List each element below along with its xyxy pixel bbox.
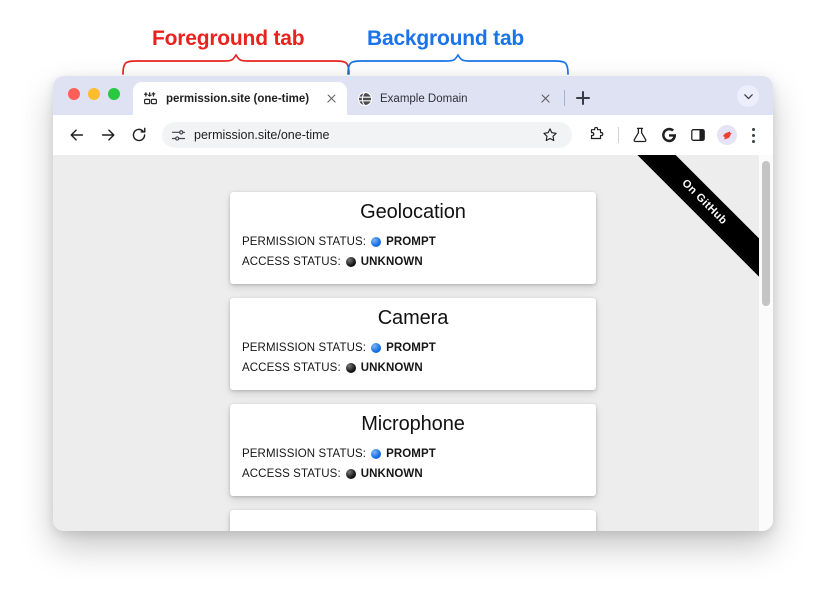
window-controls — [68, 88, 120, 100]
google-button[interactable] — [656, 122, 682, 148]
permission-cards-list: Geolocation PERMISSION STATUS: PROMPT AC… — [53, 155, 773, 531]
minimize-window-button[interactable] — [88, 88, 100, 100]
permission-status-value: PROMPT — [386, 342, 436, 354]
access-status-row: ACCESS STATUS: UNKNOWN — [242, 464, 584, 484]
tab-permission-site[interactable]: permission.site (one-time) — [133, 82, 347, 115]
page-scrollbar-thumb[interactable] — [762, 161, 770, 306]
tab-strip: permission.site (one-time) Example Domai… — [53, 76, 773, 115]
tune-icon[interactable] — [171, 128, 186, 143]
tabs-container: permission.site (one-time) Example Domai… — [133, 82, 594, 115]
bird-avatar-icon — [722, 130, 732, 140]
toolbar-divider — [618, 127, 619, 143]
permission-card-camera[interactable]: Camera PERMISSION STATUS: PROMPT ACCESS … — [230, 298, 596, 390]
menu-dot — [751, 133, 755, 137]
permission-card-geolocation[interactable]: Geolocation PERMISSION STATUS: PROMPT AC… — [230, 192, 596, 284]
arrow-right-icon — [101, 129, 115, 141]
globe-icon — [357, 91, 373, 106]
menu-dot — [751, 139, 755, 143]
reload-button[interactable] — [125, 121, 153, 149]
extensions-button[interactable] — [584, 122, 610, 148]
tab-search-chevron-down-icon[interactable] — [737, 85, 759, 107]
profile-button[interactable] — [714, 122, 740, 148]
status-dot-black — [345, 257, 356, 267]
access-status-value: UNKNOWN — [360, 256, 423, 268]
side-panel-icon — [691, 129, 705, 141]
card-title: Geolocation — [360, 201, 466, 223]
close-window-button[interactable] — [68, 88, 80, 100]
status-dot-blue — [371, 237, 382, 247]
permission-status-label: PERMISSION STATUS: — [242, 236, 367, 248]
permission-status-row: PERMISSION STATUS: PROMPT — [242, 338, 584, 358]
chevron-down-icon — [743, 93, 753, 99]
new-tab-button[interactable] — [572, 87, 594, 109]
side-panel-button[interactable] — [685, 122, 711, 148]
status-dot-black — [345, 469, 356, 479]
menu-dot — [751, 127, 755, 131]
access-status-value: UNKNOWN — [360, 468, 423, 480]
forward-button[interactable] — [94, 121, 122, 149]
permission-status-row: PERMISSION STATUS: PROMPT — [242, 232, 584, 252]
star-icon — [543, 128, 557, 142]
close-tab-button[interactable] — [323, 91, 339, 107]
page-viewport: Geolocation PERMISSION STATUS: PROMPT AC… — [53, 155, 773, 531]
permission-status-value: PROMPT — [386, 236, 436, 248]
url-text: permission.site/one-time — [194, 128, 330, 142]
back-button[interactable] — [63, 121, 91, 149]
status-dot-black — [345, 363, 356, 373]
puzzle-icon — [590, 126, 604, 140]
browser-window: permission.site (one-time) Example Domai… — [53, 76, 773, 531]
access-status-value: UNKNOWN — [360, 362, 423, 374]
access-status-label: ACCESS STATUS: — [242, 256, 341, 268]
address-bar[interactable]: permission.site/one-time — [162, 122, 572, 148]
reload-icon — [132, 127, 146, 142]
permission-status-value: PROMPT — [386, 448, 436, 460]
three-dot-menu-icon[interactable] — [743, 122, 763, 148]
sliders-icon — [144, 91, 157, 104]
profile-avatar-icon — [717, 125, 737, 145]
background-tab-annotation-label: Background tab — [367, 27, 525, 50]
status-dot-blue — [371, 343, 382, 353]
arrow-left-icon — [70, 129, 84, 141]
permission-card-microphone[interactable]: Microphone PERMISSION STATUS: PROMPT ACC… — [230, 404, 596, 496]
access-status-row: ACCESS STATUS: UNKNOWN — [242, 358, 584, 378]
tab-divider — [564, 90, 565, 106]
permission-card-partial[interactable] — [230, 510, 596, 531]
google-g-icon — [662, 127, 677, 143]
page-scrollbar[interactable] — [759, 155, 773, 531]
access-status-label: ACCESS STATUS: — [242, 362, 341, 374]
permission-status-label: PERMISSION STATUS: — [242, 342, 367, 354]
card-title: Camera — [377, 307, 449, 329]
bookmark-star-icon[interactable] — [537, 122, 563, 148]
permission-status-label: PERMISSION STATUS: — [242, 448, 367, 460]
browser-toolbar: permission.site/one-time — [53, 115, 773, 155]
close-tab-button[interactable] — [537, 91, 553, 107]
card-title: Microphone — [361, 413, 465, 435]
maximize-window-button[interactable] — [108, 88, 120, 100]
permission-status-row: PERMISSION STATUS: PROMPT — [242, 444, 584, 464]
tab-title: Example Domain — [380, 92, 468, 105]
tab-title: permission.site (one-time) — [166, 92, 310, 105]
background-tab-brace — [347, 54, 569, 75]
flask-icon — [633, 127, 647, 143]
foreground-tab-brace — [122, 54, 350, 75]
access-status-label: ACCESS STATUS: — [242, 468, 341, 480]
labs-button[interactable] — [627, 122, 653, 148]
access-status-row: ACCESS STATUS: UNKNOWN — [242, 252, 584, 272]
foreground-tab-annotation-label: Foreground tab — [152, 27, 305, 50]
screenshot-stage: Foreground tab Background tab permission… — [0, 0, 826, 598]
status-dot-blue — [371, 449, 382, 459]
tab-example-domain[interactable]: Example Domain — [347, 82, 561, 115]
